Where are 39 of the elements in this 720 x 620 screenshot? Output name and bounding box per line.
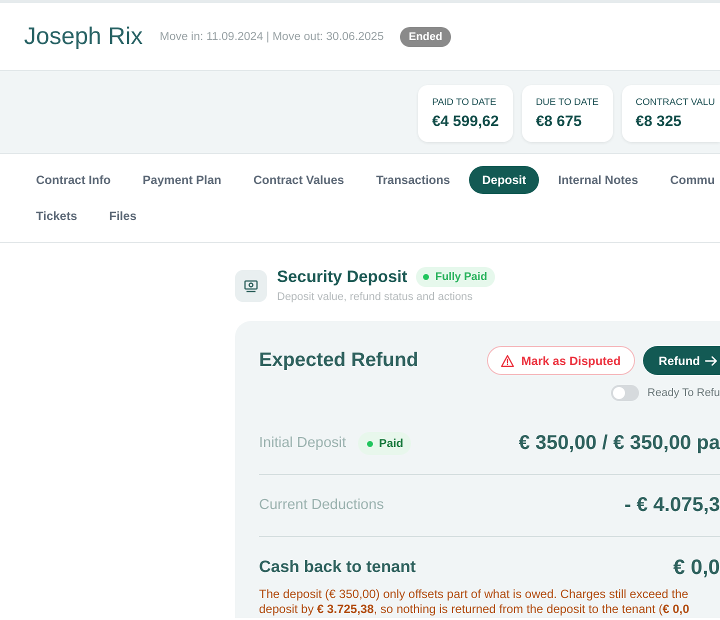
- amount-value: € 350,00 / € 350,00 pa: [518, 432, 720, 455]
- banknote-icon: [235, 270, 267, 302]
- primary-button[interactable]: Refund: [642, 346, 720, 375]
- tab[interactable]: Internal Notes: [545, 166, 652, 194]
- toggle-label: Ready To Refu: [647, 387, 720, 399]
- status-label: Paid: [379, 438, 404, 450]
- amount-value: - € 4.075,3: [624, 494, 720, 517]
- refund-note: The deposit (€ 350,00) only offsets part of what is owed. Charges still exceed the deposit by € 3.725,38, so nothing is returned from the deposit to the tenant (€ 0,0: [259, 587, 690, 616]
- total-label: Cash back to tenant: [259, 557, 416, 578]
- outline-button[interactable]: Mark as Disputed: [487, 346, 635, 375]
- tab[interactable]: Contract Info: [23, 166, 124, 194]
- section-subtitle: Deposit value, refund status and actions: [277, 291, 474, 304]
- tab[interactable]: Contract Values: [240, 166, 358, 194]
- move-dates: Move in: 11.09.2024 | Move out: 30.06.2025: [160, 30, 384, 42]
- toggle-switch[interactable]: [611, 385, 640, 401]
- stat-label: DUE TO DATE: [536, 96, 599, 108]
- tab[interactable]: Transactions: [363, 166, 464, 194]
- row-label: Initial Deposit: [259, 434, 346, 453]
- status-label: Fully Paid: [435, 271, 488, 283]
- stat-value: €8 325: [636, 112, 683, 130]
- warning-icon: [501, 354, 514, 366]
- tab[interactable]: Tickets: [23, 202, 90, 230]
- tab[interactable]: Commu: [657, 166, 715, 194]
- total-amount: € 0,0: [673, 556, 720, 579]
- status-dot-icon: [423, 274, 430, 280]
- row-label: Current Deductions: [259, 496, 384, 515]
- stat-label: PAID TO DATE: [432, 96, 498, 108]
- status-dot-icon: [367, 440, 374, 446]
- arrow-right-icon: [705, 356, 717, 366]
- stat-value: €8 675: [536, 112, 583, 130]
- tab[interactable]: Deposit: [469, 166, 540, 194]
- section-title: Security Deposit: [277, 267, 408, 287]
- stat-value: €4 599,62: [432, 112, 499, 130]
- status-badge: Ended: [400, 26, 452, 46]
- tenant-name: Joseph Rix: [24, 22, 143, 50]
- tab[interactable]: Files: [96, 202, 136, 230]
- tab[interactable]: Payment Plan: [130, 166, 234, 194]
- stat-label: CONTRACT VALU: [636, 96, 715, 108]
- card-title: Expected Refund: [259, 348, 418, 373]
